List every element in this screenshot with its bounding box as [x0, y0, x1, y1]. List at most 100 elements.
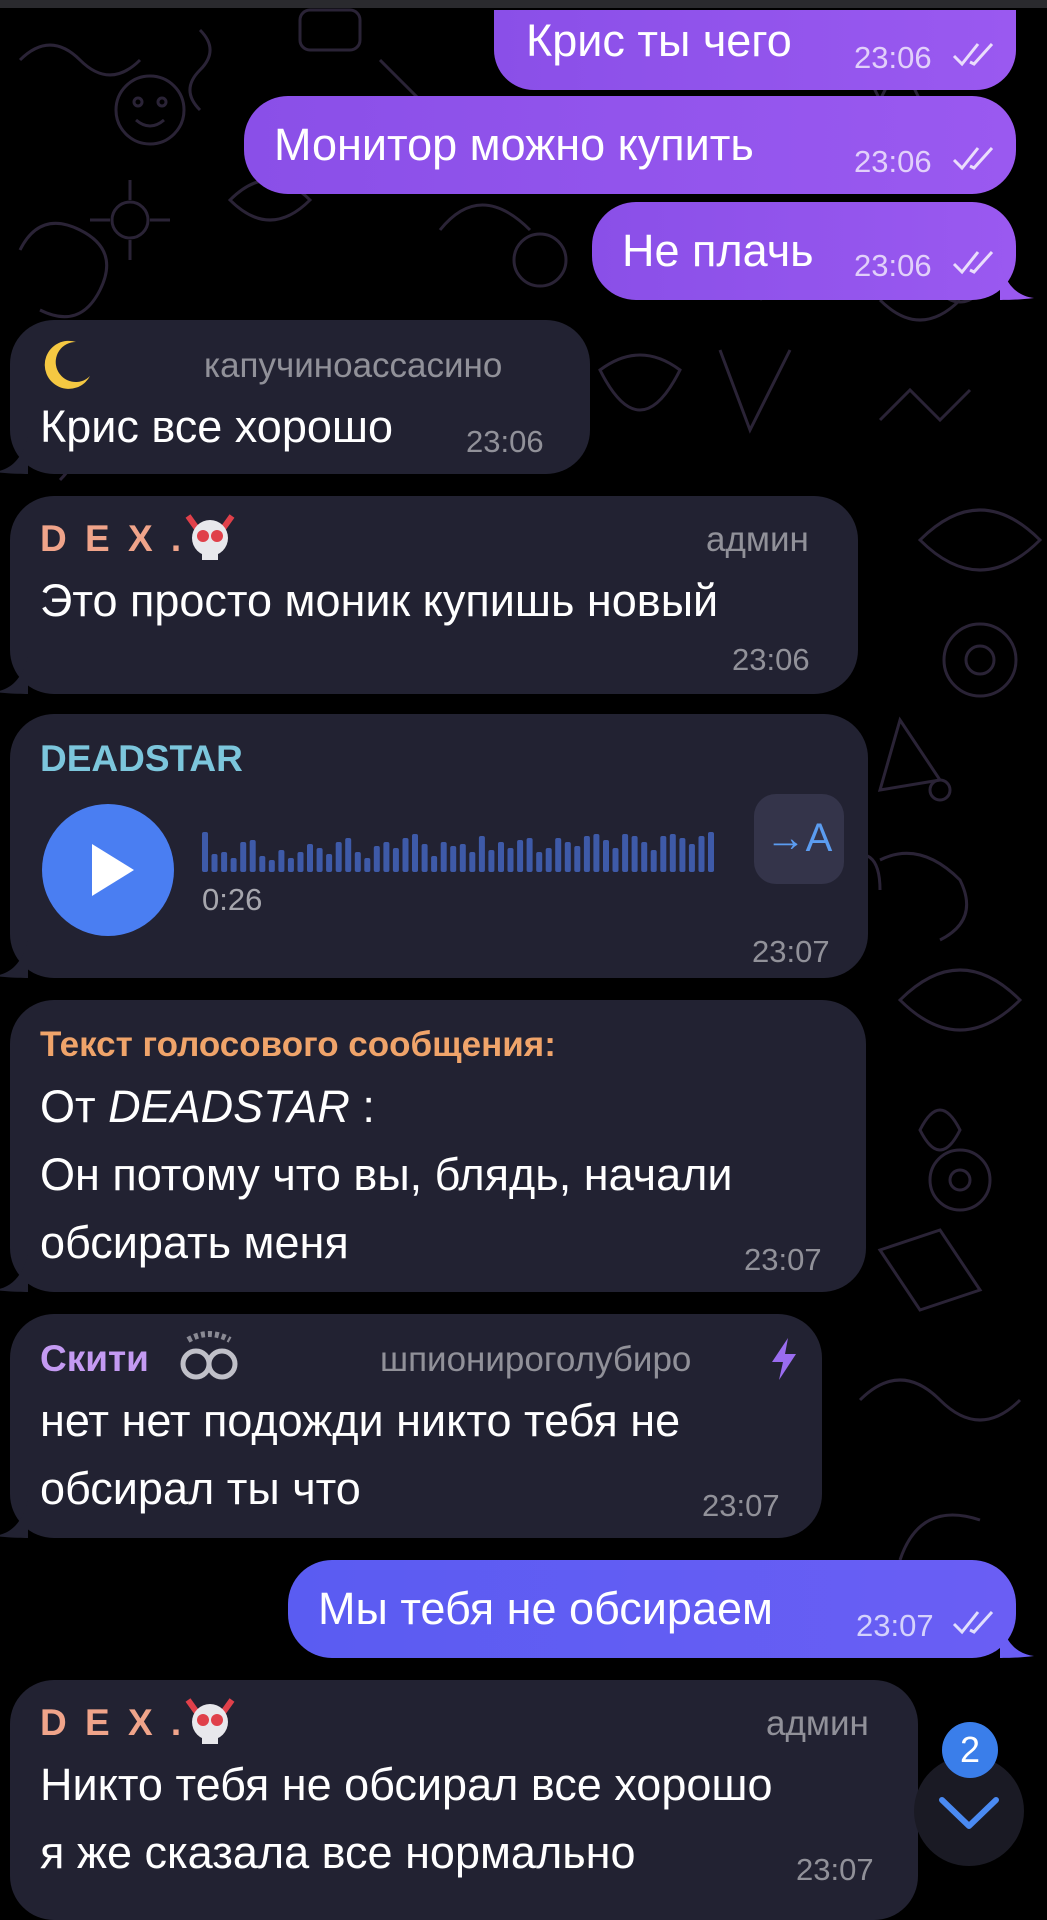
- message-time: 23:06: [854, 248, 932, 283]
- waveform-bar: [669, 834, 676, 872]
- waveform-bar: [469, 852, 476, 872]
- waveform-bar: [354, 852, 361, 872]
- message-time: 23:07: [702, 1488, 780, 1523]
- waveform-bar: [708, 832, 714, 872]
- waveform-bar: [440, 842, 447, 872]
- sender-role: админ: [766, 1704, 869, 1743]
- message-text-line: я же сказала все нормально: [40, 1827, 636, 1878]
- waveform-bar: [221, 852, 228, 872]
- message-text-line: нет нет подожди никто тебя не: [40, 1395, 681, 1446]
- voice-duration: 0:26: [202, 882, 263, 917]
- transcribe-button[interactable]: →A: [754, 794, 844, 884]
- waveform-bar: [202, 832, 208, 872]
- transcribe-label: →A: [765, 816, 833, 860]
- message-time: 23:06: [854, 40, 932, 75]
- transcription-title: Текст голосового сообщения:: [40, 1025, 556, 1064]
- sender-role: капучиноассасино: [204, 346, 503, 385]
- handcuffs-emoji-icon: [180, 1331, 238, 1380]
- skull-emoji-icon: [185, 1698, 235, 1744]
- sender-name[interactable]: DEADSTAR: [40, 740, 243, 777]
- bubble-tail: [0, 656, 28, 694]
- message-time: 23:06: [732, 642, 810, 677]
- waveform-bar: [268, 860, 275, 872]
- waveform-bar: [412, 834, 418, 872]
- waveform-bar: [278, 850, 285, 872]
- waveform-bar: [478, 836, 485, 872]
- from-prefix: От: [40, 1081, 109, 1132]
- waveform-bar: [545, 848, 552, 872]
- waveform-bar: [211, 854, 218, 872]
- waveform-bar: [488, 850, 495, 872]
- from-name: DEADSTAR: [108, 1081, 350, 1132]
- waveform-bar: [498, 842, 504, 872]
- waveform-bar: [259, 856, 266, 872]
- voice-waveform[interactable]: [202, 818, 714, 872]
- waveform-bar: [392, 848, 399, 872]
- boost-bolt-icon: [772, 1338, 796, 1380]
- transcription-from: От DEADSTAR :: [40, 1084, 375, 1129]
- waveform-bar: [316, 848, 323, 872]
- status-bar-edge: [0, 0, 1047, 8]
- moon-emoji-icon: [44, 340, 90, 389]
- waveform-bar: [583, 836, 590, 872]
- read-checkmarks-icon: [952, 146, 994, 171]
- waveform-bar: [345, 838, 352, 872]
- from-suffix: :: [349, 1081, 375, 1132]
- waveform-bar: [431, 856, 438, 872]
- waveform-bar: [230, 858, 237, 872]
- waveform-bar: [326, 854, 333, 872]
- waveform-bar: [507, 848, 514, 872]
- message-text: Мы тебя не обсираем: [318, 1583, 773, 1634]
- waveform-bar: [641, 842, 648, 872]
- message-text: Это просто моник купишь новый: [40, 575, 719, 626]
- message-text: Крис все хорошо: [40, 401, 394, 452]
- message-time: 23:07: [796, 1852, 874, 1887]
- sender-role: шпионироголубиро: [380, 1340, 692, 1379]
- bubble-tail: [0, 1500, 28, 1538]
- waveform-bar: [383, 842, 390, 872]
- read-checkmarks-icon: [952, 1610, 994, 1635]
- play-button[interactable]: [42, 804, 174, 936]
- bubble-tail: [0, 436, 28, 474]
- unread-count-badge: 2: [942, 1722, 998, 1778]
- waveform-bar: [517, 840, 524, 872]
- waveform-bar: [526, 838, 533, 872]
- bubble-tail: [0, 940, 28, 978]
- waveform-bar: [650, 850, 657, 872]
- bubble-tail: [1000, 262, 1034, 300]
- message-text-line: обсирал ты что: [40, 1463, 361, 1514]
- bubble-tail: [1000, 1620, 1034, 1658]
- waveform-bar: [287, 858, 294, 872]
- read-checkmarks-icon: [952, 250, 994, 275]
- message-time: 23:07: [744, 1242, 822, 1277]
- waveform-bar: [612, 848, 619, 872]
- waveform-bar: [564, 842, 571, 872]
- waveform-bar: [450, 846, 457, 872]
- bubble-tail: [0, 1254, 28, 1292]
- waveform-bar: [240, 842, 247, 872]
- sender-name[interactable]: Скити: [40, 1340, 149, 1377]
- message-text-line: Никто тебя не обсирал все хорошо: [40, 1759, 773, 1810]
- waveform-bar: [679, 838, 686, 872]
- message-text-line: Он потому что вы, блядь, начали: [40, 1149, 733, 1200]
- waveform-bar: [307, 844, 313, 872]
- waveform-bar: [297, 852, 304, 872]
- waveform-bar: [631, 836, 638, 872]
- waveform-bar: [402, 838, 409, 872]
- sender-name[interactable]: D E X .: [40, 1704, 185, 1741]
- skull-emoji-icon: [185, 514, 235, 560]
- sender-name[interactable]: D E X .: [40, 520, 185, 557]
- waveform-bar: [688, 844, 695, 872]
- waveform-bar: [335, 842, 342, 872]
- message-text-line: обсирать меня: [40, 1217, 349, 1268]
- waveform-bar: [574, 846, 581, 872]
- waveform-bar: [364, 858, 371, 872]
- message-time: 23:07: [856, 1608, 934, 1643]
- sender-role: админ: [706, 520, 809, 559]
- waveform-bar: [536, 852, 543, 872]
- play-icon: [92, 844, 134, 896]
- waveform-bar: [373, 846, 380, 872]
- waveform-bar: [593, 834, 600, 872]
- message-time: 23:06: [854, 144, 932, 179]
- read-checkmarks-icon: [952, 42, 994, 67]
